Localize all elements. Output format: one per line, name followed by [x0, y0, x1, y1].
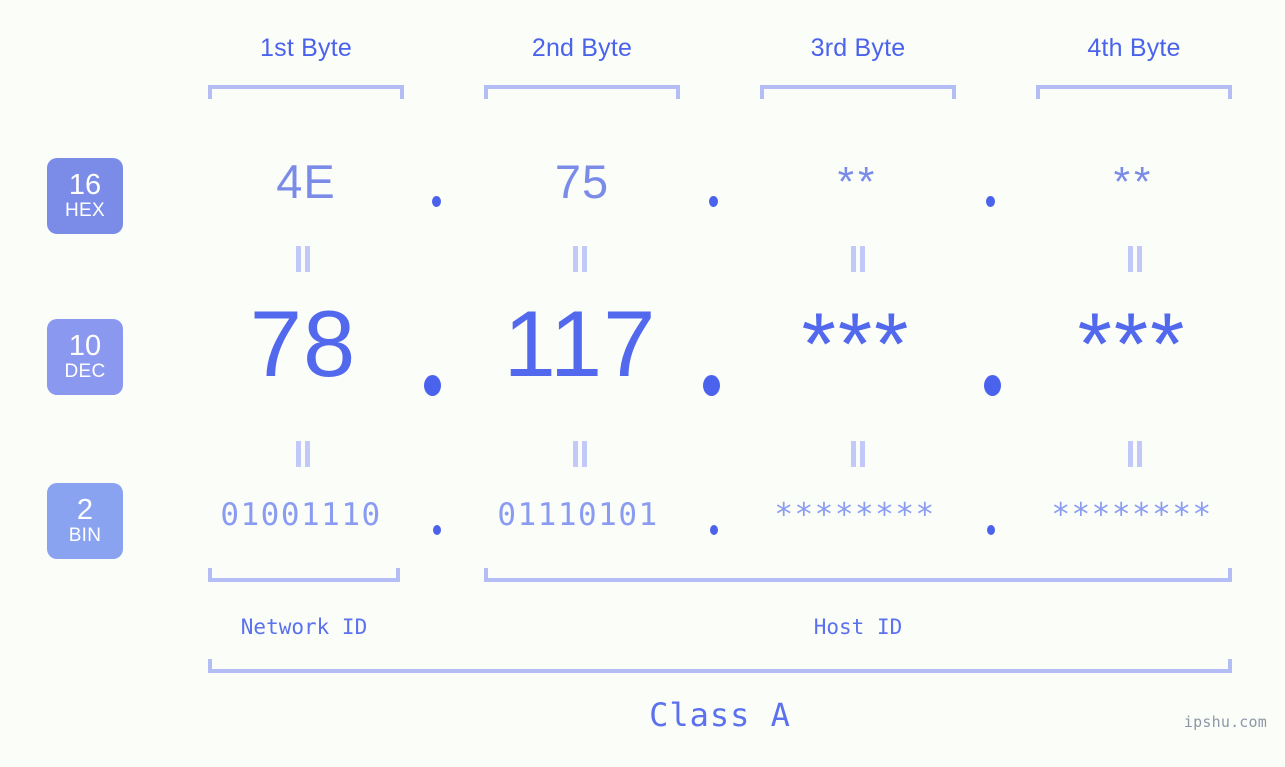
equals-connector-dec-bin-2	[571, 441, 589, 467]
byte-bracket-4	[1036, 85, 1232, 99]
network-id-bracket	[208, 568, 400, 582]
dec-value-byte-2: 117	[503, 291, 657, 396]
bin-value-byte-1: 01001110	[220, 497, 382, 533]
base-badge-bin-number: 2	[76, 493, 94, 526]
watermark: ipshu.com	[1183, 713, 1267, 731]
class-bracket	[208, 659, 1232, 673]
network-id-label: Network ID	[240, 615, 368, 639]
base-badge-dec: 10 DEC	[47, 319, 123, 395]
dec-separator-dot-1	[424, 375, 441, 396]
hex-value-byte-2: 75	[554, 155, 610, 208]
equals-connector-dec-bin-3	[849, 441, 867, 467]
base-badge-dec-number: 10	[68, 329, 102, 362]
dec-value-byte-3: ***	[801, 294, 911, 393]
ip-breakdown-diagram: 1st Byte 2nd Byte 3rd Byte 4th Byte 16 H…	[0, 0, 1285, 767]
base-badge-bin-label: BIN	[68, 524, 102, 546]
class-label: Class A	[649, 696, 791, 734]
hex-separator-dot-1	[432, 196, 441, 207]
hex-value-byte-1: 4E	[276, 155, 336, 208]
hex-separator-dot-2	[709, 196, 718, 207]
dec-separator-dot-2	[703, 375, 720, 396]
byte-heading-4: 4th Byte	[1087, 34, 1181, 62]
byte-bracket-2	[484, 85, 680, 99]
equals-connector-hex-dec-1	[294, 246, 312, 272]
bin-separator-dot-3	[987, 525, 995, 535]
bin-value-byte-4: ********	[1051, 497, 1213, 533]
base-badge-bin: 2 BIN	[47, 483, 123, 559]
bin-value-byte-3: ********	[774, 497, 936, 533]
hex-separator-dot-3	[986, 196, 995, 207]
bin-separator-dot-1	[433, 525, 441, 535]
equals-connector-dec-bin-1	[294, 441, 312, 467]
byte-bracket-1	[208, 85, 404, 99]
dec-separator-dot-3	[984, 375, 1001, 396]
host-id-label: Host ID	[813, 615, 903, 639]
base-badge-hex-number: 16	[68, 168, 102, 201]
bin-value-byte-2: 01110101	[497, 497, 659, 533]
equals-connector-hex-dec-2	[571, 246, 589, 272]
hex-value-byte-3: **	[837, 158, 879, 205]
bin-separator-dot-2	[710, 525, 718, 535]
host-id-bracket	[484, 568, 1232, 582]
byte-heading-2: 2nd Byte	[531, 34, 633, 62]
base-badge-hex-label: HEX	[65, 199, 105, 221]
dec-value-byte-4: ***	[1077, 294, 1187, 393]
equals-connector-hex-dec-4	[1126, 246, 1144, 272]
byte-bracket-3	[760, 85, 956, 99]
dec-value-byte-1: 78	[249, 291, 357, 396]
byte-heading-1: 1st Byte	[260, 34, 352, 62]
base-badge-hex: 16 HEX	[47, 158, 123, 234]
byte-heading-3: 3rd Byte	[810, 34, 906, 62]
base-badge-dec-label: DEC	[64, 360, 106, 382]
hex-value-byte-4: **	[1113, 158, 1155, 205]
equals-connector-dec-bin-4	[1126, 441, 1144, 467]
equals-connector-hex-dec-3	[849, 246, 867, 272]
